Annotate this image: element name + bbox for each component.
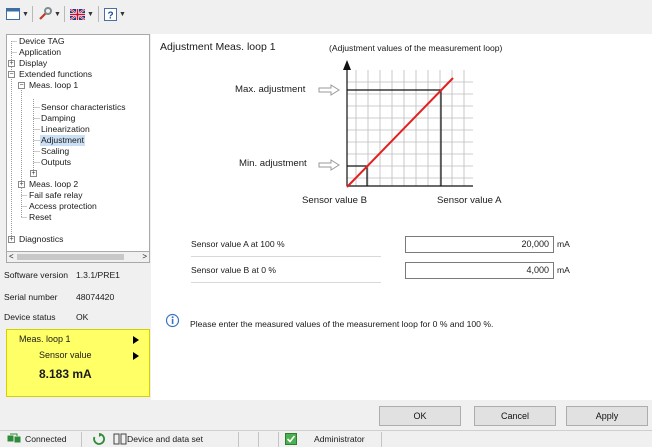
toolbar-separator bbox=[98, 6, 99, 22]
view-menu-button[interactable]: ▼ bbox=[6, 5, 29, 23]
info-icon bbox=[165, 313, 180, 328]
status-separator bbox=[278, 432, 279, 447]
serial-number-label: Serial number bbox=[4, 292, 58, 302]
toolbar-separator bbox=[64, 6, 65, 22]
tree-horizontal-scrollbar[interactable]: < > bbox=[6, 252, 150, 263]
expand-icon[interactable]: + bbox=[8, 60, 15, 67]
tree-item-application[interactable]: Application bbox=[19, 47, 61, 58]
tree-item-meas-loop-1[interactable]: Meas. loop 1 bbox=[29, 80, 78, 91]
device-status-row: Device status OK bbox=[4, 306, 150, 328]
tree-item-sensor-characteristics[interactable]: Sensor characteristics bbox=[41, 102, 126, 113]
user-role-status: Administrator bbox=[314, 434, 365, 444]
max-adjustment-label: Max. adjustment bbox=[235, 84, 306, 95]
status-bar: Connected Device and data set Administra… bbox=[0, 430, 652, 447]
software-version-label: Software version bbox=[4, 270, 69, 280]
adjustment-diagram bbox=[318, 60, 473, 188]
tree-item-linearization[interactable]: Linearization bbox=[41, 124, 90, 135]
chevron-down-icon: ▼ bbox=[87, 10, 94, 18]
sensor-value-a-label: Sensor value A bbox=[437, 195, 502, 206]
scroll-left-icon[interactable]: < bbox=[9, 252, 14, 261]
max-arrow-icon bbox=[318, 84, 340, 96]
toolbar: ▼ ▼ ▼ ? ▼ bbox=[0, 0, 652, 29]
sensor-value-a-field-label: Sensor value A at 100 % bbox=[191, 239, 285, 249]
divider bbox=[191, 256, 381, 257]
arrow-right-icon[interactable] bbox=[133, 336, 139, 344]
collapse-icon[interactable]: − bbox=[8, 71, 15, 78]
scroll-right-icon[interactable]: > bbox=[142, 252, 147, 261]
sensor-value-label: Sensor value bbox=[39, 350, 92, 360]
serial-number-row: Serial number 48074420 bbox=[4, 286, 150, 308]
meas-loop-label: Meas. loop 1 bbox=[19, 334, 71, 344]
chevron-down-icon: ▼ bbox=[22, 10, 29, 18]
tree-item-extended-functions[interactable]: Extended functions bbox=[19, 69, 92, 80]
measured-value-panel: Meas. loop 1 Sensor value 8.183 mA bbox=[6, 329, 150, 397]
apply-button[interactable]: Apply bbox=[566, 406, 648, 426]
serial-number-value: 48074420 bbox=[76, 292, 115, 302]
language-menu-button[interactable]: ▼ bbox=[70, 5, 94, 23]
status-separator bbox=[81, 432, 82, 447]
tree-item-fail-safe-relay[interactable]: Fail safe relay bbox=[29, 190, 83, 201]
help-icon: ? bbox=[104, 7, 117, 21]
wrench-icon bbox=[39, 7, 52, 20]
main-panel: Adjustment Meas. loop 1 (Adjustment valu… bbox=[151, 34, 652, 400]
sensor-value-b-label: Sensor value B bbox=[302, 195, 368, 206]
checkmark-icon bbox=[285, 433, 297, 445]
navigation-tree: + − − + + + Device TAG Application Displ… bbox=[6, 34, 150, 252]
device-status-value: OK bbox=[76, 312, 89, 322]
sync-icon bbox=[93, 433, 105, 445]
cancel-button[interactable]: Cancel bbox=[474, 406, 556, 426]
scrollbar-thumb[interactable] bbox=[17, 254, 124, 260]
software-version-value: 1.3.1/PRE1 bbox=[76, 270, 120, 280]
tree-item-outputs[interactable]: Outputs bbox=[41, 157, 71, 168]
sensor-value-a-input[interactable]: 20,000 bbox=[405, 236, 554, 253]
status-separator bbox=[381, 432, 382, 447]
device-status-label: Device status bbox=[4, 312, 56, 322]
sensor-value-a-unit: mA bbox=[557, 239, 570, 249]
chevron-down-icon: ▼ bbox=[54, 10, 61, 18]
flag-icon bbox=[70, 8, 85, 20]
tree-item-display[interactable]: Display bbox=[19, 58, 47, 69]
chevron-down-icon: ▼ bbox=[119, 10, 126, 18]
help-menu-button[interactable]: ? ▼ bbox=[104, 5, 126, 23]
min-adjustment-label: Min. adjustment bbox=[239, 158, 307, 169]
device-icon bbox=[113, 433, 127, 445]
status-separator bbox=[238, 432, 239, 447]
tree-item-adjustment[interactable]: Adjustment bbox=[40, 135, 85, 146]
software-version-row: Software version 1.3.1/PRE1 bbox=[4, 264, 150, 286]
tree-item-device-tag[interactable]: Device TAG bbox=[19, 36, 65, 47]
expand-icon[interactable]: + bbox=[18, 181, 25, 188]
hint-text: Please enter the measured values of the … bbox=[190, 319, 494, 329]
tree-item-reset[interactable]: Reset bbox=[29, 212, 51, 223]
window-icon bbox=[6, 8, 20, 20]
tree-item-scaling[interactable]: Scaling bbox=[41, 146, 69, 157]
svg-text:?: ? bbox=[107, 10, 113, 21]
expand-icon[interactable]: + bbox=[30, 170, 37, 177]
tree-item-diagnostics[interactable]: Diagnostics bbox=[19, 234, 63, 245]
tree-item-damping[interactable]: Damping bbox=[41, 113, 75, 124]
sensor-value-b-unit: mA bbox=[557, 265, 570, 275]
sensor-value-reading: 8.183 mA bbox=[39, 367, 92, 381]
collapse-icon[interactable]: − bbox=[18, 82, 25, 89]
status-separator bbox=[258, 432, 259, 447]
sensor-value-b-input[interactable]: 4,000 bbox=[405, 262, 554, 279]
tools-menu-button[interactable]: ▼ bbox=[38, 5, 61, 23]
ok-button[interactable]: OK bbox=[379, 406, 461, 426]
connected-status: Connected bbox=[25, 434, 67, 444]
sensor-value-b-field-label: Sensor value B at 0 % bbox=[191, 265, 277, 275]
tree-item-access-protection[interactable]: Access protection bbox=[29, 201, 97, 212]
toolbar-separator bbox=[32, 6, 33, 22]
tree-item-meas-loop-2[interactable]: Meas. loop 2 bbox=[29, 179, 78, 190]
expand-icon[interactable]: + bbox=[8, 236, 15, 243]
arrow-right-icon[interactable] bbox=[133, 352, 139, 360]
min-arrow-icon bbox=[318, 159, 340, 171]
device-dataset-status: Device and data set bbox=[127, 434, 203, 444]
divider bbox=[191, 282, 381, 283]
connection-icon bbox=[7, 433, 21, 443]
